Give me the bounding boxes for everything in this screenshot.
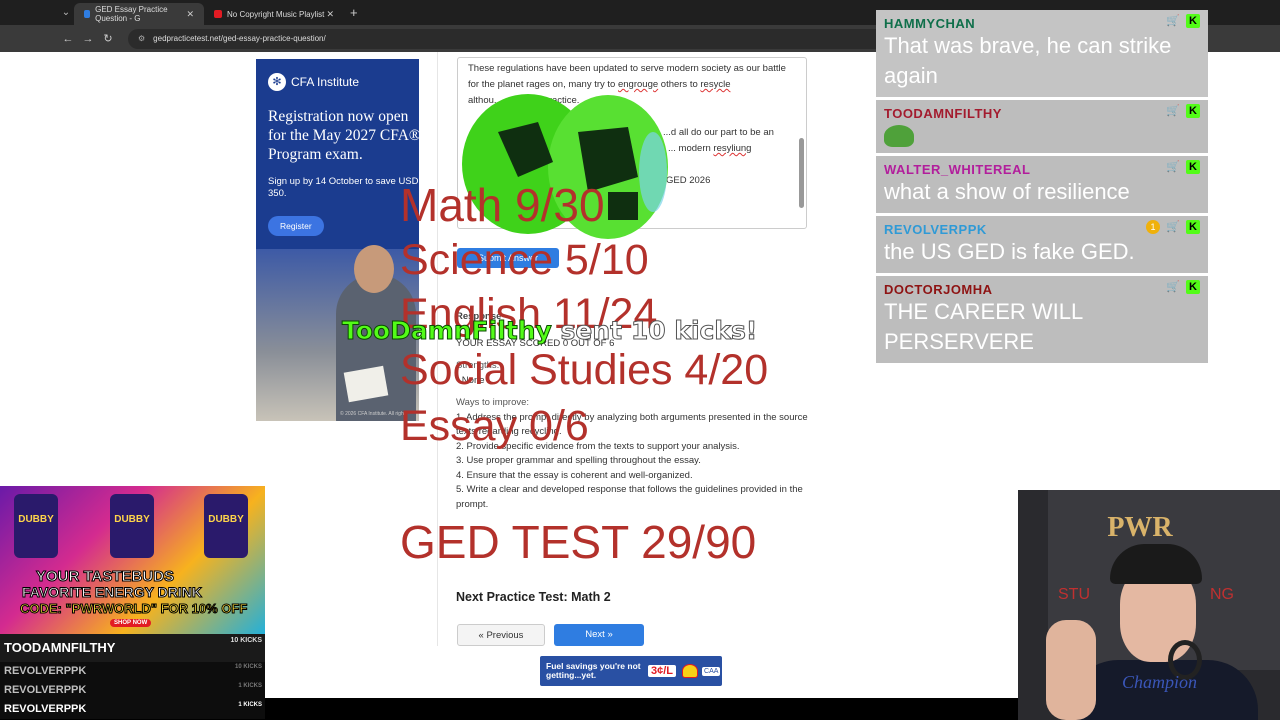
ad-subtext: Sign up by 14 October to save USD 350.	[268, 176, 419, 199]
drink-can: DUBBY	[14, 494, 58, 558]
drink-can: DUBBY	[204, 494, 248, 558]
kick-amount: 1 KICKS	[238, 702, 262, 708]
youtube-icon	[214, 10, 222, 18]
ad-fineprint: © 2026 CFA Institute. All rights	[340, 411, 408, 417]
shell-ad-price: 3¢/L	[648, 665, 677, 677]
tab-search-icon[interactable]: ⌄	[58, 5, 74, 21]
chat-username: HAMMYCHAN	[884, 16, 976, 31]
chat-username: DOCTORJOMHA	[884, 282, 993, 297]
cart-icon[interactable]: 🛒	[1166, 15, 1180, 27]
kick-user: TOODAMNFILTHY	[4, 640, 116, 655]
ad-person-head	[354, 245, 394, 293]
streamer-hand	[1046, 620, 1096, 720]
chat-panel: HAMMYCHAN That was brave, he can strike …	[876, 10, 1208, 366]
chat-username: WALTER_WHITEREAL	[884, 162, 1031, 177]
chat-message: TOODAMNFILTHY 🛒 K	[876, 100, 1208, 153]
improvement-item: 3. Use proper grammar and spelling throu…	[456, 455, 701, 466]
overlay-essay-score: Essay 0/6	[400, 402, 589, 450]
tab-music-playlist[interactable]: No Copyright Music Playlist ✕	[204, 3, 344, 25]
previous-button[interactable]: « Previous	[457, 624, 545, 646]
backdrop-text-right: NG	[1210, 586, 1234, 603]
shell-ad[interactable]: Fuel savings you're not getting...yet. 3…	[540, 656, 722, 686]
chat-message: WALTER_WHITEREAL what a show of resilien…	[876, 156, 1208, 213]
kick-user: REVOLVERPPK	[4, 665, 87, 677]
tab-title: GED Essay Practice Question - G	[95, 5, 168, 23]
cart-icon[interactable]: 🛒	[1166, 221, 1180, 233]
back-arrow-icon[interactable]: ←	[58, 33, 78, 45]
shell-logo-icon	[682, 664, 699, 678]
url-field[interactable]: ⚙ gedpracticetest.net/ged-essay-practice…	[128, 28, 928, 49]
kick-alert-user: TooDamnFilthy	[342, 316, 553, 346]
kick-alert: TooDamnFilthy sent 10 kicks!	[342, 316, 758, 346]
kick-row: REVOLVERPPK 10 KICKS	[0, 662, 265, 681]
site-info-icon[interactable]: ⚙	[138, 34, 145, 43]
kick-logo-icon: K	[1186, 104, 1200, 118]
shirt-logo: Champion	[1122, 672, 1198, 692]
drink-can: DUBBY	[110, 494, 154, 558]
cfa-ad[interactable]: ✻ CFA Institute Registration now open fo…	[256, 59, 419, 421]
webcam-feed: PWR STU NG Champion	[1018, 490, 1280, 720]
new-tab-button[interactable]: +	[350, 5, 358, 20]
promo-line-2: FAVORITE ENERGY DRINK	[22, 584, 203, 601]
kick-user: REVOLVERPPK	[4, 703, 87, 715]
kick-alert-text: sent 10 kicks!	[560, 316, 758, 346]
frog-emote-icon	[884, 125, 914, 147]
register-button[interactable]: Register	[268, 216, 324, 236]
overlay-social-studies-score: Social Studies 4/20	[400, 346, 769, 394]
reload-icon[interactable]: ↻	[98, 32, 118, 45]
kick-amount: 10 KICKS	[230, 637, 262, 644]
improvement-item: 5. Write a clear and developed response …	[456, 484, 803, 510]
tab-ged-essay[interactable]: GED Essay Practice Question - G ✕	[74, 3, 204, 25]
overlay-science-score: Science 5/10	[400, 236, 649, 284]
tab-title: No Copyright Music Playlist	[227, 9, 325, 19]
backdrop-text-left: STU	[1058, 586, 1090, 603]
kick-row: REVOLVERPPK 1 KICKS	[0, 681, 265, 700]
improvement-item: 4. Ensure that the essay is coherent and…	[456, 469, 693, 481]
overlay-math-score: Math 9/30	[400, 179, 605, 231]
kicks-leaderboard: TOODAMNFILTHY 10 KICKS REVOLVERPPK 10 KI…	[0, 634, 265, 720]
chat-text: what a show of resilience	[884, 179, 1130, 204]
chat-username: TOODAMNFILTHY	[884, 106, 1002, 121]
next-button[interactable]: Next »	[554, 624, 644, 646]
shop-now-badge: SHOP NOW	[110, 619, 152, 627]
subscriber-badge-icon: 1	[1146, 220, 1160, 234]
kick-amount: 10 KICKS	[234, 664, 262, 670]
shell-ad-text: Fuel savings you're not getting...yet.	[546, 661, 641, 680]
cfa-logo: ✻ CFA Institute	[268, 73, 359, 91]
close-tab-icon[interactable]: ✕	[326, 9, 334, 20]
cart-icon[interactable]: 🛒	[1166, 281, 1180, 293]
promo-line-1: YOUR TASTEBUDS	[35, 568, 175, 586]
kick-user: REVOLVERPPK	[4, 684, 87, 696]
promo-code: CODE: "PWRWORLD" FOR 10% OFF	[19, 601, 248, 617]
ad-headline: Registration now open for the May 2027 C…	[268, 108, 419, 163]
kick-logo-icon: K	[1186, 280, 1200, 294]
kick-row: TOODAMNFILTHY 10 KICKS	[0, 634, 265, 662]
forward-arrow-icon[interactable]: →	[78, 33, 98, 45]
site-favicon-icon	[84, 10, 91, 18]
cfa-logo-icon: ✻	[268, 73, 286, 91]
chat-message: HAMMYCHAN That was brave, he can strike …	[876, 10, 1208, 97]
textarea-scrollbar[interactable]	[799, 138, 804, 208]
url-text: gedpracticetest.net/ged-essay-practice-q…	[153, 34, 326, 43]
chat-message: DOCTORJOMHA THE CAREER WILL PERSERVERE 🛒…	[876, 276, 1208, 363]
chat-text: THE CAREER WILL PERSERVERE	[884, 299, 1083, 354]
chat-text: That was brave, he can strike again	[884, 33, 1172, 88]
energy-drink-promo: DUBBY DUBBY DUBBY YOUR TASTEBUDS FAVORIT…	[0, 486, 265, 634]
overlay-ged-total-score: GED TEST 29/90	[400, 516, 757, 568]
ad-brand: CFA Institute	[291, 75, 360, 89]
kick-logo-icon: K	[1186, 160, 1200, 174]
cart-icon[interactable]: 🛒	[1166, 105, 1180, 117]
kick-logo-icon: K	[1186, 14, 1200, 28]
chat-message: REVOLVERPPK the US GED is fake GED. 1 🛒 K	[876, 216, 1208, 273]
chat-text: the US GED is fake GED.	[884, 239, 1135, 264]
kick-row: REVOLVERPPK 1 KICKS	[0, 700, 265, 719]
kick-logo-icon: K	[1186, 220, 1200, 234]
next-practice-title: Next Practice Test: Math 2	[456, 590, 611, 604]
screen: ⌄ GED Essay Practice Question - G ✕ No C…	[0, 0, 1280, 720]
caa-badge: CAA	[702, 666, 721, 676]
kick-amount: 1 KICKS	[238, 683, 262, 689]
close-tab-icon[interactable]: ✕	[186, 9, 194, 20]
cart-icon[interactable]: 🛒	[1166, 161, 1180, 173]
